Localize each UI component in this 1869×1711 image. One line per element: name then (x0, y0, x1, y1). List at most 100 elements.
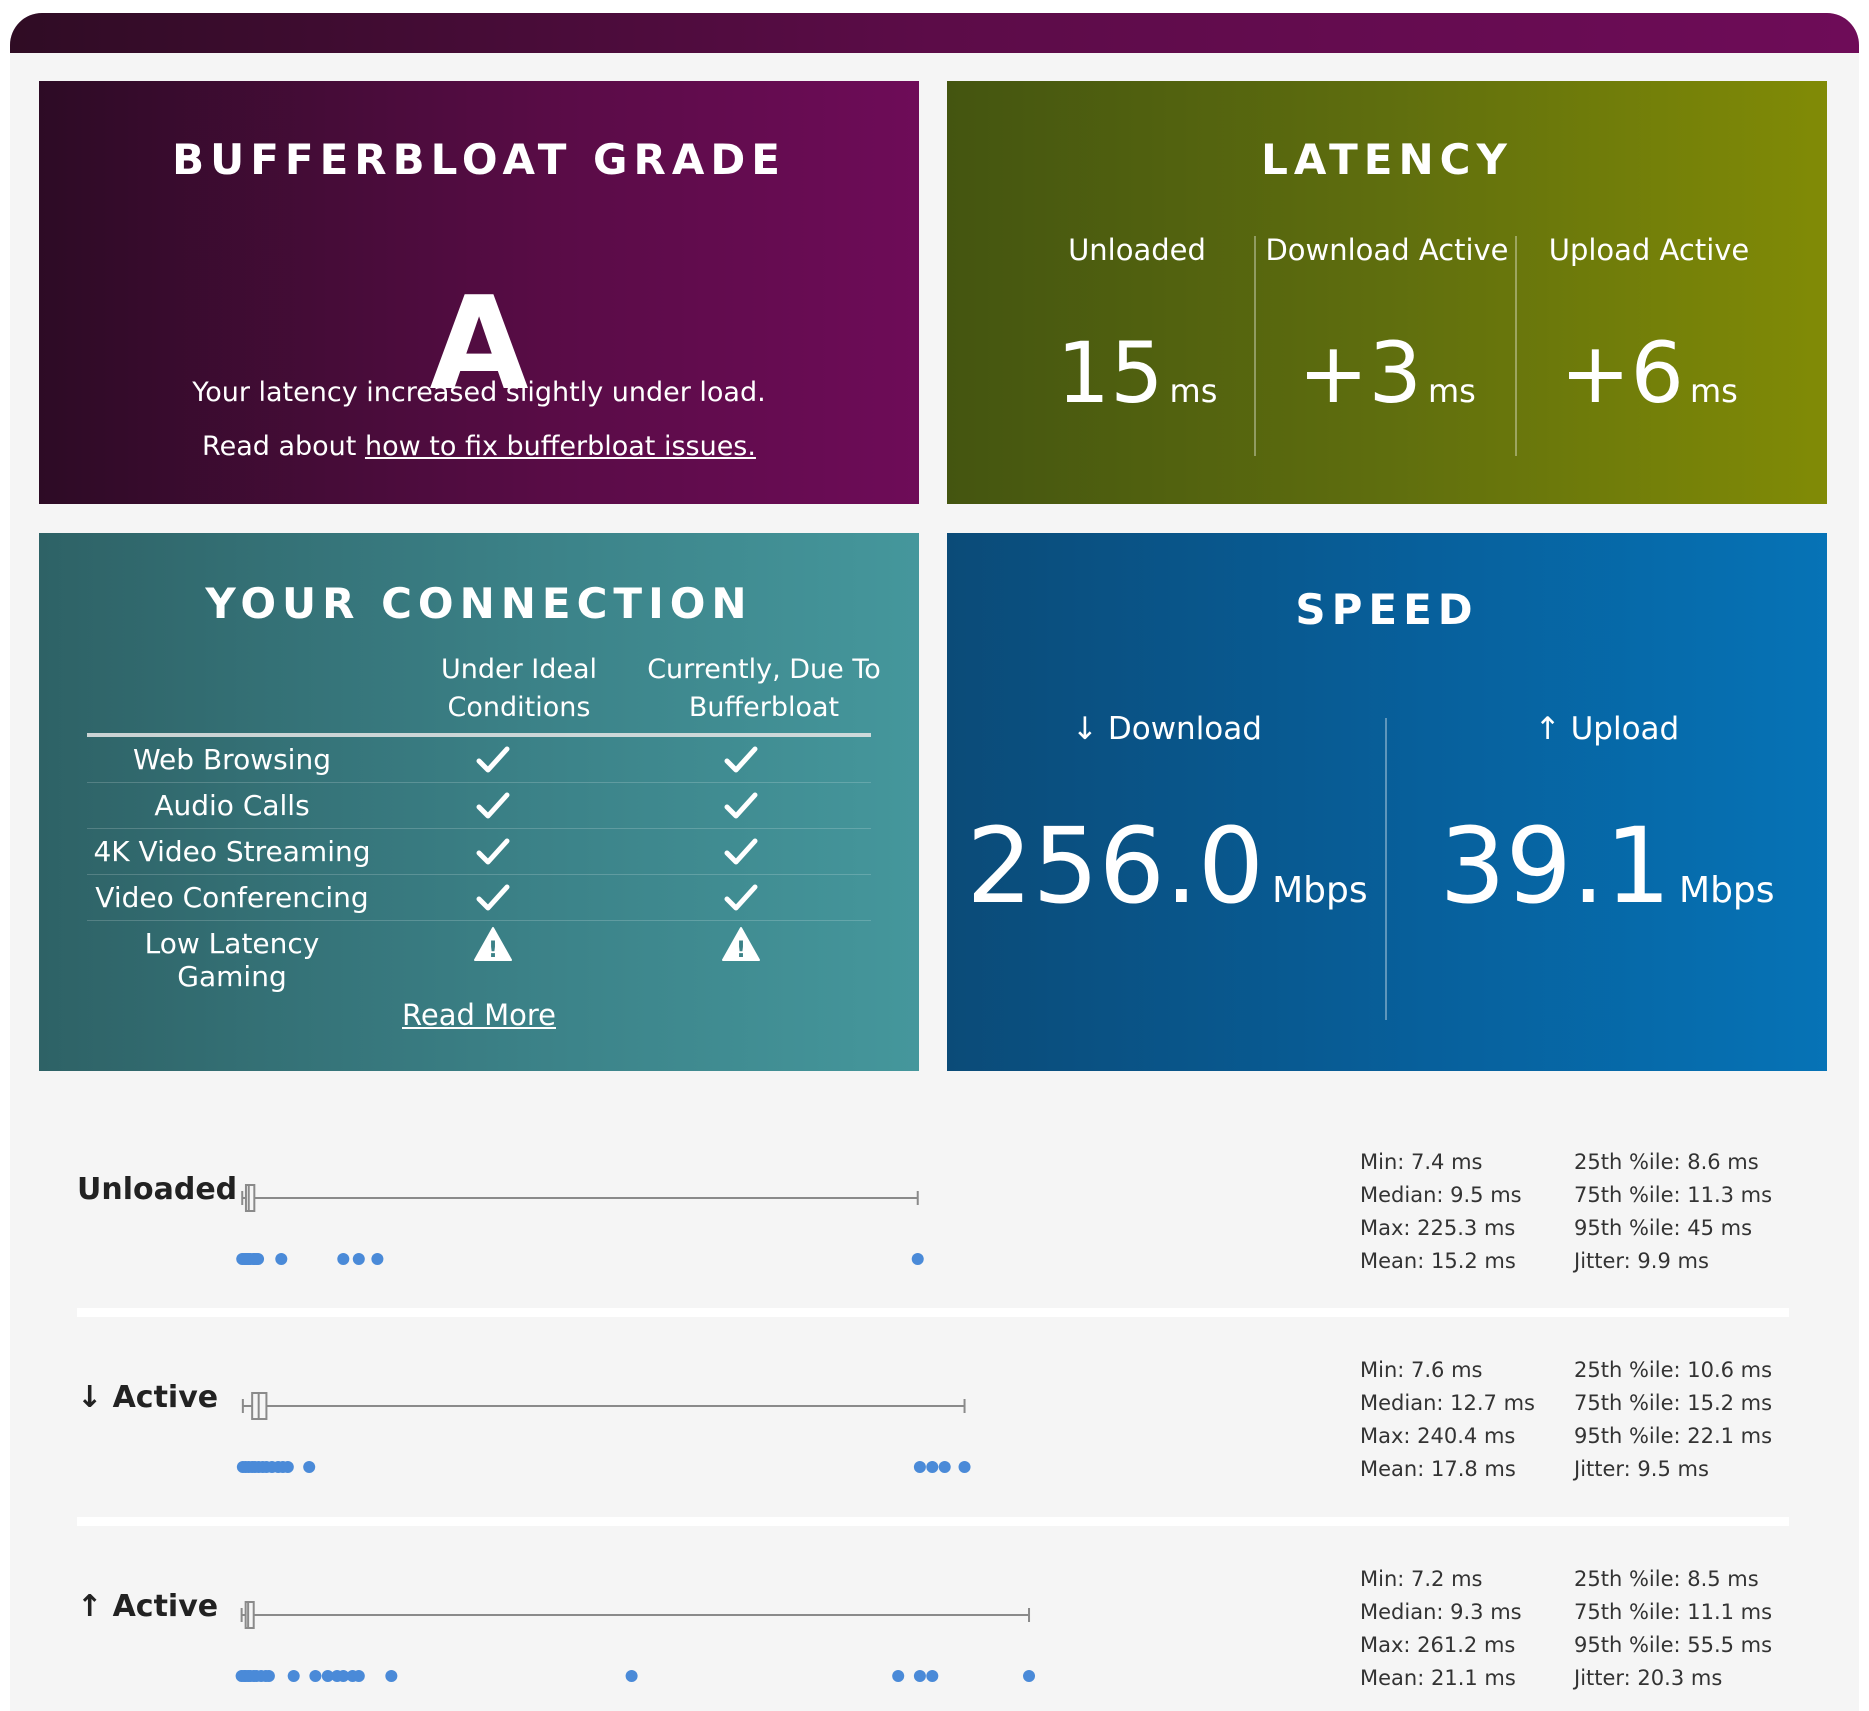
latency-sample-point (385, 1670, 398, 1682)
stats-label: ↑ Active (77, 1589, 219, 1624)
grade-description: Your latency increased slightly under lo… (192, 377, 766, 408)
latency-sample-point (371, 1253, 384, 1265)
warning-icon: ! (722, 927, 760, 963)
stat-max: Max: 240.4 ms (1360, 1424, 1516, 1448)
bufferbloat-grade-card: BUFFERBLOAT GRADE A Your latency increas… (39, 81, 919, 504)
use-case-label: 4K Video Streaming (93, 835, 371, 868)
latency-sample-point (303, 1461, 316, 1473)
upload-value: 39.1 Mbps (1387, 801, 1827, 931)
latency-sample-point (309, 1670, 322, 1682)
latency-sample-point (938, 1461, 951, 1473)
fix-bufferbloat-link[interactable]: how to fix bufferbloat issues. (365, 431, 756, 462)
stat-mean: Mean: 21.1 ms (1360, 1666, 1516, 1690)
your-connection-card: YOUR CONNECTION Under Ideal Conditions C… (39, 533, 919, 1071)
latency-upload-active-label: Upload Active (1548, 233, 1750, 267)
connection-row: Low Latency Gaming !! (87, 921, 871, 993)
stats-label: Unloaded (77, 1172, 238, 1207)
use-case-label: Video Conferencing (95, 881, 369, 914)
read-more-link[interactable]: Read More (39, 998, 919, 1032)
stat-p95: 95th %ile: 45 ms (1574, 1216, 1753, 1240)
latency-download-active-label: Download Active (1265, 233, 1509, 267)
connection-row: 4K Video Streaming (87, 829, 871, 875)
check-icon (476, 746, 510, 773)
latency-divider (1515, 236, 1517, 456)
latency-upload-active-number: +6 (1560, 324, 1684, 422)
latency-unloaded-number: 15 (1056, 324, 1164, 422)
latency-card: LATENCY Unloaded 15 ms Download Active +3… (947, 81, 1827, 504)
stat-jitter: Jitter: 9.9 ms (1574, 1249, 1709, 1273)
upload-label: ↑ Upload (1534, 711, 1680, 747)
latency-sample-point (913, 1670, 926, 1682)
connection-title: YOUR CONNECTION (205, 579, 753, 628)
stat-p25: 25th %ile: 10.6 ms (1574, 1358, 1773, 1382)
iqr-box (244, 1184, 256, 1212)
column-ideal-line2: Conditions (447, 692, 591, 723)
stat-median: Median: 9.3 ms (1360, 1600, 1522, 1624)
stat-min: Min: 7.2 ms (1360, 1567, 1483, 1591)
iqr-box (244, 1601, 255, 1629)
column-current-bufferbloat: Currently, Due To Bufferbloat (624, 651, 904, 727)
latency-sample-point (926, 1461, 939, 1473)
stat-max: Max: 225.3 ms (1360, 1216, 1516, 1240)
stat-jitter: Jitter: 20.3 ms (1574, 1666, 1723, 1690)
column-current-line1: Currently, Due To (647, 654, 881, 685)
stat-jitter: Jitter: 9.5 ms (1574, 1457, 1709, 1481)
latency-sample-point (892, 1670, 905, 1682)
stat-p25: 25th %ile: 8.6 ms (1574, 1150, 1759, 1174)
latency-sample-point (625, 1670, 638, 1682)
latency-sample-point (281, 1461, 294, 1473)
latency-download-active-number: +3 (1298, 324, 1422, 422)
stat-p75: 75th %ile: 11.3 ms (1574, 1183, 1773, 1207)
stat-p95: 95th %ile: 22.1 ms (1574, 1424, 1773, 1448)
latency-sample-point (1023, 1670, 1036, 1682)
latency-sample-point (275, 1253, 288, 1265)
download-number: 256.0 (966, 805, 1265, 927)
check-icon (724, 838, 758, 865)
connection-row: Video Conferencing (87, 875, 871, 921)
stat-mean: Mean: 17.8 ms (1360, 1457, 1516, 1481)
connection-row: Audio Calls (87, 783, 871, 829)
grade-title: BUFFERBLOAT GRADE (172, 135, 786, 184)
latency-sample-point (352, 1253, 365, 1265)
download-value: 256.0 Mbps (947, 801, 1387, 931)
column-ideal-conditions: Under Ideal Conditions (379, 651, 659, 727)
warning-icon: ! (474, 927, 512, 963)
check-icon (724, 884, 758, 911)
latency-unloaded-label: Unloaded (1068, 233, 1206, 267)
latency-distribution-plot (235, 1601, 1036, 1682)
stat-p75: 75th %ile: 11.1 ms (1574, 1600, 1773, 1624)
column-ideal-line1: Under Ideal (440, 654, 598, 685)
latency-download-active: Download Active +3 ms (1257, 233, 1517, 453)
stats-row-upload-active: ↑ Active Min: 7.2 ms Median: 9.3 ms Max:… (77, 1567, 1789, 1711)
stat-p75: 75th %ile: 15.2 ms (1574, 1391, 1773, 1415)
upload-number: 39.1 (1439, 805, 1672, 927)
check-icon (476, 838, 510, 865)
latency-unloaded-unit: ms (1169, 372, 1218, 410)
latency-distribution-plot (236, 1184, 924, 1265)
stat-max: Max: 261.2 ms (1360, 1633, 1516, 1657)
download-unit: Mbps (1272, 870, 1368, 911)
check-icon (724, 792, 758, 819)
use-case-label: Web Browsing (133, 743, 331, 776)
stats-label: ↓ Active (77, 1380, 219, 1415)
use-case-label: Audio Calls (154, 789, 310, 822)
column-current-line2: Bufferbloat (688, 692, 840, 723)
upload-unit: Mbps (1679, 870, 1775, 911)
speed-download: ↓ Download 256.0 Mbps (947, 711, 1387, 1041)
check-icon (724, 746, 758, 773)
latency-upload-active-value: +6 ms (1519, 323, 1779, 423)
stat-p25: 25th %ile: 8.5 ms (1574, 1567, 1759, 1591)
latency-upload-active: Upload Active +6 ms (1519, 233, 1779, 453)
speed-title: SPEED (1295, 585, 1479, 634)
check-icon (476, 884, 510, 911)
read-about-prefix: Read about (202, 431, 365, 462)
connection-row: Web Browsing (87, 737, 871, 783)
latency-upload-active-unit: ms (1689, 372, 1738, 410)
stat-min: Min: 7.4 ms (1360, 1150, 1483, 1174)
latency-distribution-plot (236, 1392, 971, 1473)
stat-p95: 95th %ile: 55.5 ms (1574, 1633, 1773, 1657)
latency-title: LATENCY (1261, 135, 1513, 184)
grade-read-about: Read about how to fix bufferbloat issues… (39, 431, 919, 462)
stat-median: Median: 12.7 ms (1360, 1391, 1535, 1415)
latency-sample-point (958, 1461, 971, 1473)
